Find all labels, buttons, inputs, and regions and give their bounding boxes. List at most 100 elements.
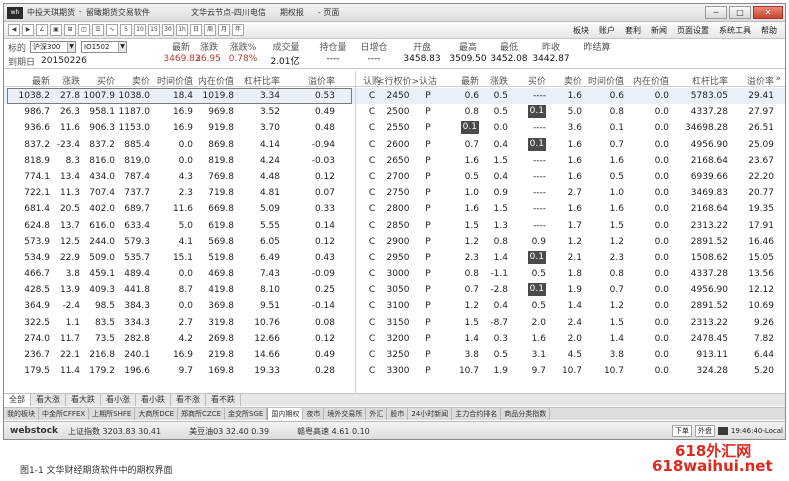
put-cell: 0.8 [493, 236, 508, 247]
maximize-button[interactable]: □ [729, 6, 751, 19]
call-cell: 0.43 [314, 252, 335, 263]
view-tab[interactable]: 全部 [4, 394, 31, 406]
menu-page-settings[interactable]: 页面设置 [677, 25, 709, 36]
minimize-button[interactable]: ─ [705, 6, 727, 19]
tick-button[interactable]: ∿ [106, 24, 118, 36]
period-month-button[interactable]: 月 [218, 24, 230, 36]
put-cell: 0.6 [464, 91, 479, 101]
period-5-button[interactable]: 5 [120, 24, 132, 36]
draw-line-button[interactable]: ∠ [36, 24, 48, 36]
call-cell: 669.8 [208, 204, 234, 215]
contract-select[interactable]: IO1502 ▼ [81, 41, 128, 53]
put-cell: 6939.66 [690, 171, 728, 182]
market-tab[interactable]: 主力合约排名 [452, 408, 502, 420]
market-tab[interactable]: 境外交易所 [324, 408, 367, 420]
put-cell: 2891.52 [690, 301, 728, 312]
table-row[interactable]: 774.1 13.4 434.0 787.4 4.3 769.8 4.48 0.12 C 2700… [4, 169, 785, 185]
period-30-button[interactable]: 30 [162, 24, 174, 36]
layout-button[interactable]: ◫ [78, 24, 90, 36]
market-tab[interactable]: 中金所CFFEX [39, 408, 90, 420]
table-row[interactable]: 428.5 13.9 409.3 441.8 8.7 419.8 8.10 0.25 C 3050… [4, 282, 785, 298]
put-cell: ---- [533, 204, 546, 215]
put-column-header: 涨跌 [489, 77, 508, 87]
order-button[interactable]: 下单 [671, 425, 692, 437]
table-row[interactable]: 466.7 3.8 459.1 489.4 0.0 469.8 7.43 -0.09 C 3000… [4, 266, 785, 282]
period-year-button[interactable]: 年 [232, 24, 244, 36]
put-cell: 1.5 [609, 220, 624, 231]
period-1h-button[interactable]: 1h [176, 24, 188, 36]
close-button[interactable]: ✕ [753, 6, 783, 19]
table-row[interactable]: 1038.2 27.8 1007.9 1038.0 18.4 1019.8 3.34 0.53… [4, 88, 785, 105]
call-column-header: 杠杆比率 [243, 77, 280, 87]
table-row[interactable]: 624.8 13.7 616.0 633.4 5.0 619.8 5.55 0.14 C 2850… [4, 218, 785, 234]
menu-arbitrage[interactable]: 套利 [625, 25, 641, 36]
put-column-header: 杠杆比率 [691, 77, 728, 87]
call-cell: 434.0 [89, 171, 115, 182]
market-tab[interactable]: 股市 [387, 408, 409, 420]
info-head-oi-change: 日增仓 [360, 43, 388, 53]
call-cell: 1.1 [65, 317, 80, 328]
put-cell: 12.12 [748, 285, 774, 296]
market-tab[interactable]: 郑商所CZCE [178, 408, 226, 420]
table-row[interactable]: 837.2 -23.4 837.2 885.4 0.0 869.8 4.14 -0.94 C 26… [4, 137, 785, 153]
market-tab[interactable]: 夜市 [303, 408, 325, 420]
back-button[interactable]: ◀ [8, 24, 20, 36]
status-index-ganyue: 赣粤高速 4.61 0.10 [297, 426, 370, 436]
table-row[interactable]: 573.9 12.5 244.0 579.3 4.1 569.8 6.05 0.12 C 2900… [4, 234, 785, 250]
table-row[interactable]: 364.9 -2.4 98.5 384.3 0.0 369.8 9.51 -0.14 C 3100… [4, 298, 785, 314]
market-tab[interactable]: 金交所SGE [225, 408, 268, 420]
period-15-button[interactable]: 15 [148, 24, 160, 36]
table-row[interactable]: 179.5 11.4 179.2 196.6 9.7 169.8 19.33 0.28 C 330… [4, 363, 785, 379]
table-row[interactable]: 236.7 22.1 216.8 240.1 16.9 219.8 14.66 0.49 C 32… [4, 347, 785, 363]
period-day-button[interactable]: 日 [190, 24, 202, 36]
market-tab[interactable]: 24小时新闻 [408, 408, 453, 420]
underlying-select[interactable]: 沪深300 ▼ [30, 41, 77, 53]
call-cell: 428.5 [24, 285, 50, 296]
menu-account[interactable]: 账户 [599, 25, 615, 36]
table-row[interactable]: 936.6 11.6 906.3 1153.0 16.9 919.8 3.70 0.48 C 25… [4, 120, 785, 136]
put-cell: 1.4 [493, 252, 508, 263]
menu-system-tools[interactable]: 系统工具 [719, 25, 751, 36]
call-cell: 619.8 [208, 220, 234, 231]
table-row[interactable]: 322.5 1.1 83.5 334.3 2.7 319.8 10.76 0.08 C 3150 P… [4, 315, 785, 331]
call-cell: 569.8 [208, 236, 234, 247]
put-tag: P [425, 123, 431, 134]
table-row[interactable]: 274.0 11.7 73.5 282.8 4.2 269.8 12.66 0.12 C 3200… [4, 331, 785, 347]
forward-button[interactable]: ▶ [22, 24, 34, 36]
market-tab[interactable]: 商品分类指数 [501, 408, 551, 420]
market-tab[interactable]: 外汇 [366, 408, 388, 420]
table-row[interactable]: 681.4 20.5 402.0 689.7 11.6 669.8 5.09 0.33 C 280… [4, 201, 785, 217]
market-tab[interactable]: 大商所DCE [135, 408, 179, 420]
chart-button[interactable]: ▣ [50, 24, 62, 36]
market-tab[interactable]: 上期所SHFE [89, 408, 136, 420]
call-cell: 322.5 [24, 317, 50, 328]
grid-button[interactable]: ⊞ [64, 24, 76, 36]
put-cell: 0.0 [654, 350, 669, 360]
period-week-button[interactable]: 周 [204, 24, 216, 36]
view-tab[interactable]: 看大跌 [66, 394, 101, 406]
table-row[interactable]: 722.1 11.3 707.4 737.7 2.3 719.8 4.81 0.07 C 2750… [4, 185, 785, 201]
table-row[interactable]: 986.7 26.3 958.1 1187.0 16.9 969.8 3.52 0.49 C 25… [4, 104, 785, 120]
market-tab[interactable]: 国内期权 [267, 408, 304, 420]
table-row[interactable]: 534.9 22.9 509.0 535.7 15.1 519.8 6.49 0.43 C 295… [4, 250, 785, 266]
put-cell: 0.0 [654, 317, 669, 328]
call-cell: 236.7 [24, 350, 50, 360]
menu-news[interactable]: 新闻 [651, 25, 667, 36]
view-tab[interactable]: 看不跌 [206, 394, 241, 406]
put-cell: 29.41 [748, 91, 774, 101]
view-tab[interactable]: 看小跌 [136, 394, 171, 406]
put-cell: 6.44 [753, 350, 774, 360]
external-market-button[interactable]: 外盘 [694, 425, 715, 437]
view-tab[interactable]: 看小涨 [101, 394, 136, 406]
app-window: wh 中投天琪期货 - 留瞰期货交易软件 文华云节点-四川电信 期权报 - 页面… [3, 3, 786, 440]
menu-help[interactable]: 帮助 [761, 25, 777, 36]
period-10-button[interactable]: 10 [134, 24, 146, 36]
market-tab[interactable]: 我的板块 [4, 408, 39, 420]
call-cell: 633.4 [124, 220, 150, 231]
menu-sector[interactable]: 板块 [573, 25, 589, 36]
view-tab[interactable]: 看不涨 [171, 394, 206, 406]
table-row[interactable]: 818.9 8.3 816.0 819.0 0.0 819.8 4.24 -0.03 C 2650… [4, 153, 785, 169]
view-tab[interactable]: 看大涨 [31, 394, 66, 406]
underlying-value: 沪深300 [33, 43, 61, 51]
list-button[interactable]: ☰ [92, 24, 104, 36]
